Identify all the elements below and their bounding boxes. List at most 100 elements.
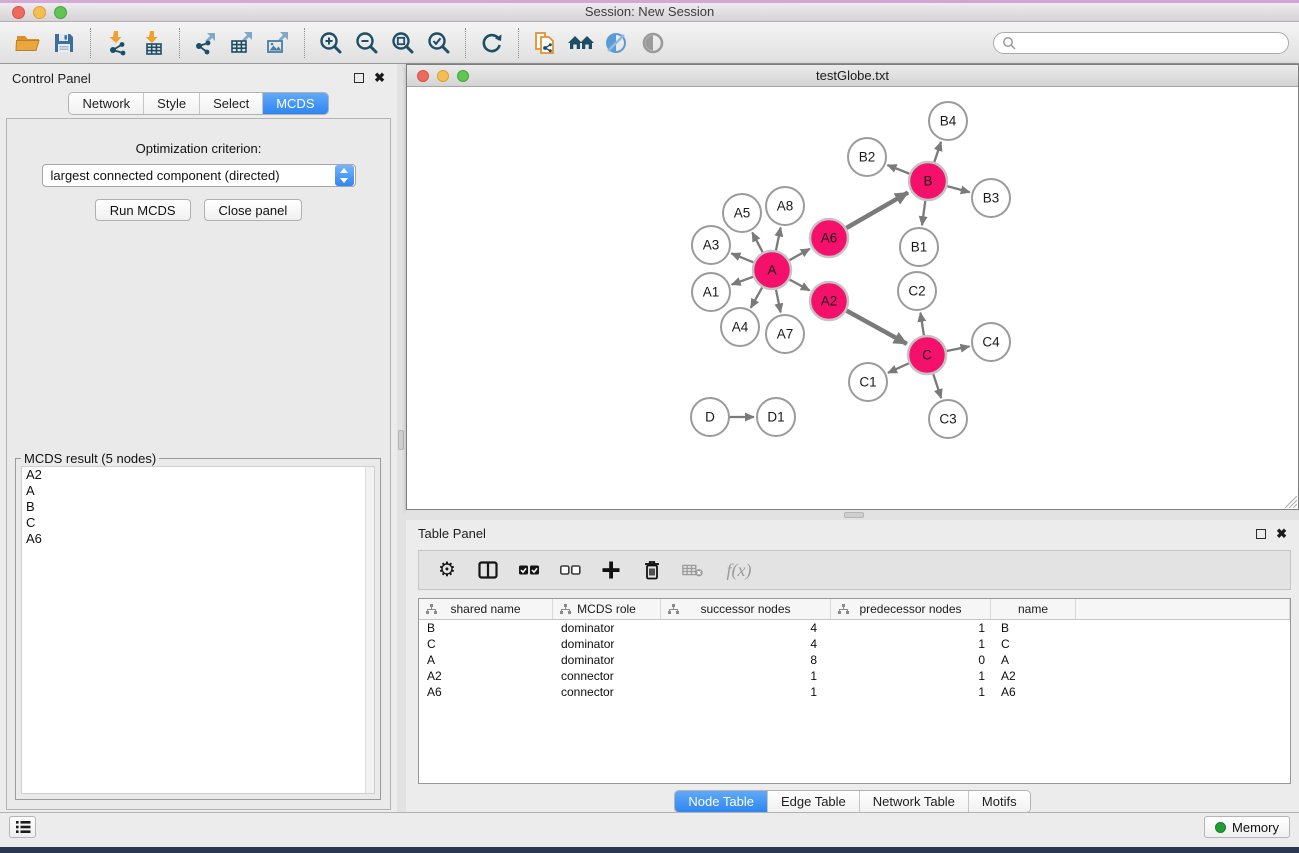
zoom-window-button[interactable] <box>54 6 67 19</box>
mcds-result-item[interactable]: A <box>22 483 374 499</box>
table-cell[interactable]: B <box>991 620 1076 636</box>
search-input[interactable] <box>1016 36 1280 50</box>
close-panel-button[interactable]: Close panel <box>204 199 303 221</box>
table-cell[interactable]: A <box>991 652 1076 668</box>
table-cell[interactable]: dominator <box>553 620 661 636</box>
save-session-button[interactable] <box>46 26 82 60</box>
close-network-window-button[interactable] <box>417 70 429 82</box>
column-header-predecessor-nodes[interactable]: predecessor nodes <box>831 599 991 619</box>
tab-style[interactable]: Style <box>143 93 199 114</box>
graph-node-B4[interactable]: B4 <box>929 102 967 140</box>
table-cell[interactable]: 1 <box>831 668 991 684</box>
graph-node-A5[interactable]: A5 <box>723 194 761 232</box>
table-cell[interactable]: dominator <box>553 636 661 652</box>
graph-node-A8[interactable]: A8 <box>766 187 804 225</box>
graph-node-C3[interactable]: C3 <box>929 400 967 438</box>
open-session-button[interactable] <box>10 26 46 60</box>
select-all-button[interactable] <box>517 558 541 582</box>
export-image-button[interactable] <box>260 26 296 60</box>
zoom-network-window-button[interactable] <box>457 70 469 82</box>
table-settings-button[interactable]: ⚙ <box>435 558 459 582</box>
table-cell[interactable]: 1 <box>661 668 831 684</box>
table-cell[interactable]: C <box>419 636 553 652</box>
zoom-out-button[interactable] <box>349 26 385 60</box>
import-network-button[interactable] <box>99 26 135 60</box>
table-cell[interactable]: A <box>419 652 553 668</box>
delete-table-button[interactable] <box>681 558 705 582</box>
table-cell[interactable]: A6 <box>991 684 1076 700</box>
table-row[interactable]: Adominator80A <box>419 652 1290 668</box>
table-cell[interactable]: 8 <box>661 652 831 668</box>
divider-grip-icon[interactable] <box>398 430 404 450</box>
table-row[interactable]: A6connector11A6 <box>419 684 1290 700</box>
graph-node-B1[interactable]: B1 <box>900 228 938 266</box>
graph-node-D1[interactable]: D1 <box>757 398 795 436</box>
criterion-select[interactable]: largest connected component (directed) <box>42 164 356 187</box>
graph-node-C[interactable]: C <box>908 336 946 374</box>
column-header-shared-name[interactable]: shared name <box>419 599 553 619</box>
table-cell[interactable]: 1 <box>661 684 831 700</box>
table-cell[interactable]: A6 <box>419 684 553 700</box>
tab-mcds[interactable]: MCDS <box>262 93 327 114</box>
minimize-window-button[interactable] <box>33 6 46 19</box>
mcds-result-item[interactable]: B <box>22 499 374 515</box>
function-builder-button[interactable]: f(x) <box>722 558 756 582</box>
scrollbar-track[interactable] <box>365 467 374 793</box>
deselect-all-button[interactable] <box>558 558 582 582</box>
table-row[interactable]: A2connector11A2 <box>419 668 1290 684</box>
search-box[interactable] <box>993 32 1289 54</box>
refresh-button[interactable] <box>474 26 510 60</box>
table-cell[interactable]: A2 <box>419 668 553 684</box>
table-row[interactable]: Bdominator41B <box>419 620 1290 636</box>
clone-network-button[interactable] <box>527 26 563 60</box>
table-cell[interactable]: connector <box>553 668 661 684</box>
run-mcds-button[interactable]: Run MCDS <box>95 199 191 221</box>
zoom-selected-button[interactable] <box>421 26 457 60</box>
table-cell[interactable]: 1 <box>831 684 991 700</box>
table-cell[interactable]: 1 <box>831 620 991 636</box>
panel-divider-horizontal[interactable] <box>406 510 1299 520</box>
tab-select[interactable]: Select <box>199 93 262 114</box>
close-panel-icon[interactable]: ✖ <box>374 73 385 83</box>
graph-node-A[interactable]: A <box>753 251 791 289</box>
memory-button[interactable]: Memory <box>1204 816 1290 838</box>
float-panel-icon[interactable] <box>354 73 364 83</box>
mcds-result-item[interactable]: A2 <box>22 467 374 483</box>
delete-column-button[interactable] <box>640 558 664 582</box>
zoom-fit-button[interactable] <box>385 26 421 60</box>
graph-node-B[interactable]: B <box>909 162 947 200</box>
import-table-button[interactable] <box>135 26 171 60</box>
graph-node-A6[interactable]: A6 <box>810 219 848 257</box>
float-panel-icon[interactable] <box>1256 529 1266 539</box>
table-cell[interactable]: C <box>991 636 1076 652</box>
network-graph-canvas[interactable]: AA1A2A3A4A5A6A7A8BB1B2B3B4CC1C2C3C4DD1 <box>407 87 1298 508</box>
divider-grip-icon[interactable] <box>844 512 864 518</box>
tab-motifs[interactable]: Motifs <box>968 791 1030 812</box>
graph-node-A3[interactable]: A3 <box>692 226 730 264</box>
create-column-button[interactable] <box>599 558 623 582</box>
hide-graphics-details-button[interactable] <box>599 26 635 60</box>
table-cell[interactable]: A2 <box>991 668 1076 684</box>
mcds-result-item[interactable]: A6 <box>22 531 374 547</box>
graph-node-A1[interactable]: A1 <box>692 273 730 311</box>
graph-node-D[interactable]: D <box>691 398 729 436</box>
graph-node-A2[interactable]: A2 <box>810 282 848 320</box>
table-cell[interactable]: 1 <box>831 636 991 652</box>
graph-node-C4[interactable]: C4 <box>972 323 1010 361</box>
tab-edge-table[interactable]: Edge Table <box>767 791 859 812</box>
column-header-mcds-role[interactable]: MCDS role <box>553 599 661 619</box>
export-network-button[interactable] <box>188 26 224 60</box>
tab-node-table[interactable]: Node Table <box>675 791 767 812</box>
mcds-result-item[interactable]: C <box>22 515 374 531</box>
table-cell[interactable]: dominator <box>553 652 661 668</box>
split-panel-button[interactable] <box>476 558 500 582</box>
panel-divider-vertical[interactable] <box>397 64 406 818</box>
table-row[interactable]: Cdominator41C <box>419 636 1290 652</box>
tab-network-table[interactable]: Network Table <box>859 791 968 812</box>
graph-node-C1[interactable]: C1 <box>849 363 887 401</box>
table-cell[interactable]: 4 <box>661 620 831 636</box>
table-cell[interactable]: B <box>419 620 553 636</box>
graph-node-A7[interactable]: A7 <box>766 315 804 353</box>
table-cell[interactable]: 0 <box>831 652 991 668</box>
graph-node-C2[interactable]: C2 <box>898 272 936 310</box>
